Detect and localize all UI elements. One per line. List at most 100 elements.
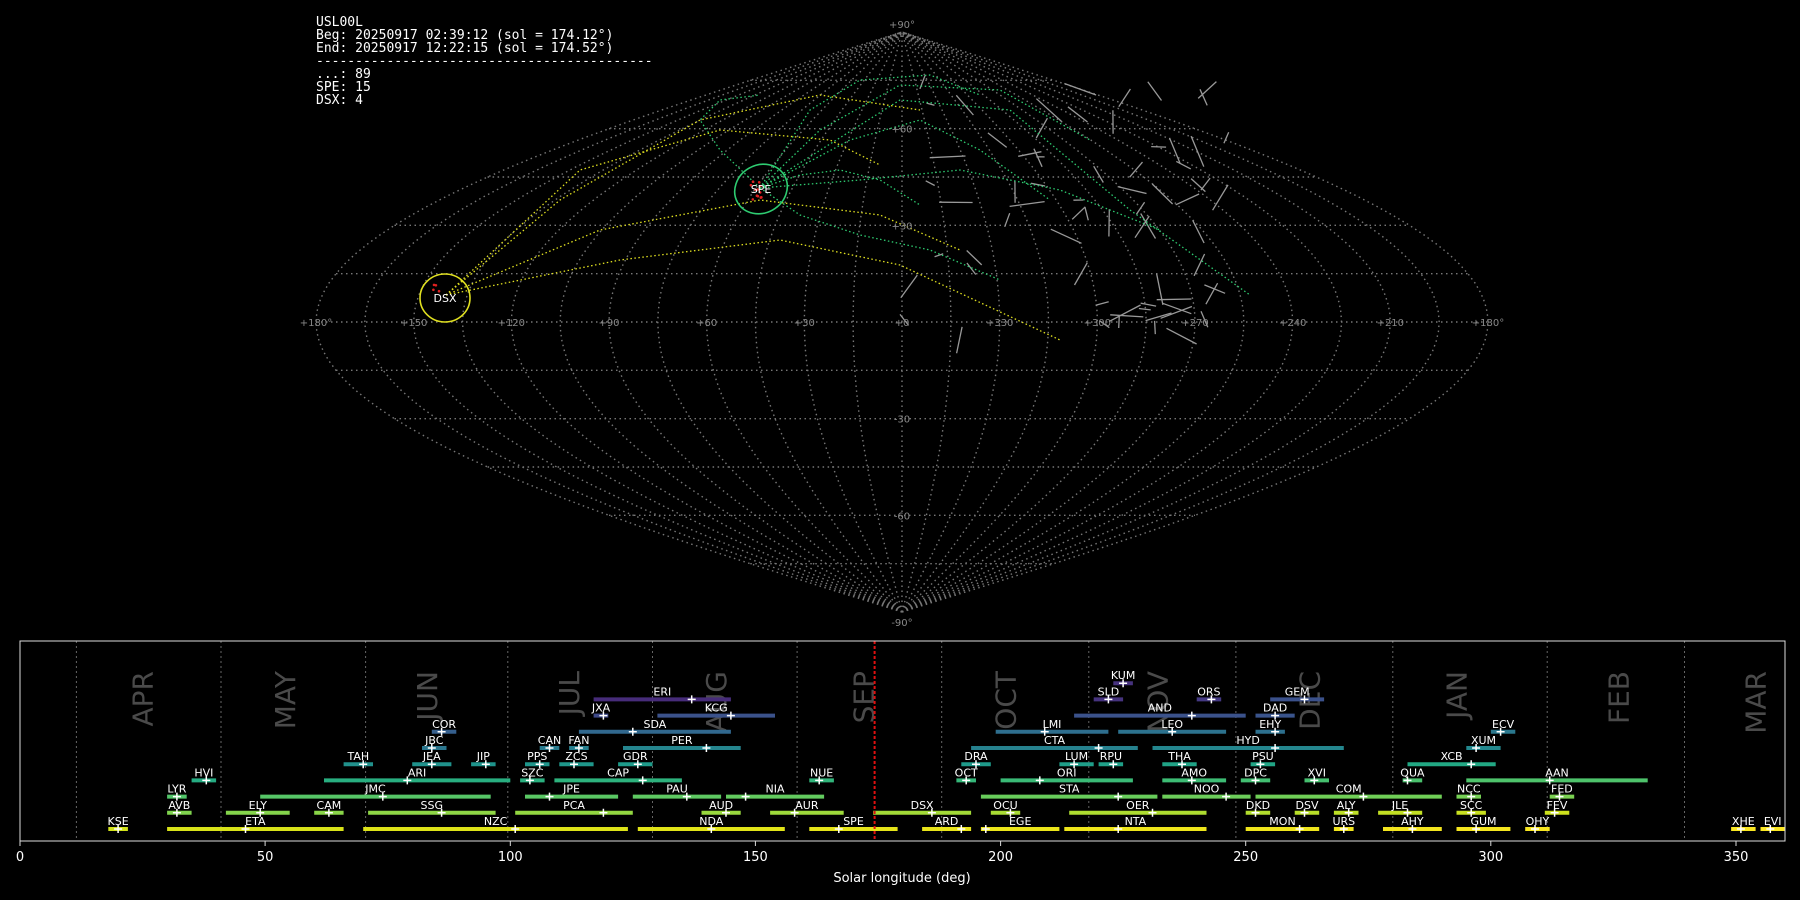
sporadic-track — [1140, 302, 1157, 307]
shower-label: TAH — [346, 750, 369, 763]
shower-peak-marker — [599, 808, 608, 817]
x-axis-label: Solar longitude (deg) — [833, 871, 970, 886]
shower-label: SDA — [644, 718, 667, 731]
shower-label: JLE — [1391, 799, 1408, 812]
x-tick-label: 50 — [257, 850, 274, 865]
shower-label: FED — [1551, 783, 1573, 796]
shower-label: JPE — [562, 783, 580, 796]
lon-label: +90 — [598, 318, 619, 329]
sporadic-track — [1118, 88, 1131, 108]
sporadic-track — [919, 75, 926, 90]
lon-label: +270 — [1181, 318, 1208, 329]
month-label: JUL — [553, 671, 586, 718]
shower-label: ORI — [1057, 766, 1077, 779]
shower-label: AVB — [168, 799, 190, 812]
shower-label: DPC — [1244, 766, 1267, 779]
lat-label: -30 — [894, 415, 910, 426]
sporadic-track — [1018, 151, 1042, 157]
month-label: APR — [127, 671, 160, 727]
lon-label: +60 — [696, 318, 717, 329]
shower-label: LMI — [1043, 718, 1062, 731]
shower-label: AMO — [1181, 766, 1207, 779]
shower-peak-marker — [1035, 776, 1044, 785]
sporadic-track — [926, 102, 935, 106]
shower-label: NUE — [810, 766, 833, 779]
shower-label: PCA — [563, 799, 585, 812]
shower-label: LUM — [1065, 750, 1088, 763]
lon-label: +30 — [794, 318, 815, 329]
shower-label: SPE — [843, 815, 864, 828]
sporadic-track — [966, 262, 977, 275]
shower-label: ERI — [653, 685, 671, 698]
x-tick-label: 300 — [1478, 850, 1503, 865]
shower-peak-marker — [834, 825, 843, 833]
shower-label: RPU — [1100, 750, 1122, 763]
shower-label: ORS — [1197, 685, 1220, 698]
sporadic-track — [1084, 207, 1089, 221]
shower-label: PSU — [1252, 750, 1274, 763]
month-label: JAN — [1441, 671, 1474, 721]
lat-label: -60 — [894, 511, 910, 522]
sky-map: SPE DSX +180° +150 +120 +90 +60 +30 +0 +330 +300 +… — [300, 20, 1504, 629]
x-tick-label: 0 — [16, 850, 24, 865]
lon-label: +240 — [1279, 318, 1306, 329]
shower-label: NDA — [699, 815, 724, 828]
lon-label: +150 — [400, 318, 427, 329]
shower-peak-marker — [1222, 792, 1231, 801]
shower-label: EHY — [1259, 718, 1281, 731]
sporadic-track — [987, 132, 1008, 148]
x-tick-label: 150 — [743, 850, 768, 865]
spe-radiant-point — [751, 198, 755, 201]
shower-timeline-chart: APR MAY JUN JUL AUG SEP OCT NOV DEC JAN FEB MAR KUM… — [16, 640, 1786, 886]
shower-label: CAP — [607, 766, 629, 779]
shower-label: MON — [1269, 815, 1295, 828]
x-tick-label: 100 — [498, 850, 523, 865]
shower-label: AAN — [1545, 766, 1569, 779]
sporadic-track — [1095, 301, 1109, 306]
shower-label: XVI — [1308, 766, 1326, 779]
shower-label: JEA — [422, 750, 441, 763]
sporadic-track — [1093, 165, 1104, 183]
shower-label: KCG — [705, 702, 728, 715]
x-tick-label: 350 — [1724, 850, 1749, 865]
sporadic-track — [1147, 81, 1163, 101]
shower-label: FEV — [1547, 799, 1568, 812]
shower-label: OCU — [993, 799, 1017, 812]
x-tick-label: 200 — [988, 850, 1013, 865]
month-label: MAR — [1740, 671, 1773, 734]
shower-label: DSX — [911, 799, 934, 812]
spe-radiant-label: SPE — [751, 183, 772, 196]
shower-label: CTA — [1044, 734, 1066, 747]
meridian-line — [657, 31, 903, 613]
shower-bars: KUM ERI SLD ORS GEM JXA KCG AND DAD COR SDA LMI LEO E… — [108, 641, 1785, 841]
shower-peak-marker — [957, 825, 966, 833]
shower-peak-marker — [981, 825, 990, 833]
shower-label: SSG — [421, 799, 444, 812]
month-label: OCT — [990, 670, 1023, 730]
sporadic-track — [1176, 160, 1192, 170]
shower-label: COR — [432, 718, 456, 731]
shower-label: EGE — [1009, 815, 1031, 828]
shower-label: LEO — [1161, 718, 1183, 731]
lon-label: +330 — [986, 318, 1013, 329]
sporadic-track — [1153, 320, 1156, 335]
shower-label: NTA — [1125, 815, 1147, 828]
shower-label: JBC — [424, 734, 444, 747]
dsx-meteor-track — [445, 129, 881, 296]
meteor-tracks — [445, 74, 1251, 354]
shower-label: PPS — [527, 750, 547, 763]
spe-meteor-track — [699, 94, 761, 189]
shower-label: XCB — [1441, 750, 1463, 763]
shower-label: ARD — [935, 815, 959, 828]
lon-label: +120 — [498, 318, 525, 329]
x-axis: 0 50 100 150 200 250 300 350 — [16, 841, 1749, 865]
shower-peak-marker — [511, 825, 520, 833]
shower-label: DKD — [1246, 799, 1270, 812]
sporadic-track — [966, 250, 983, 266]
lon-label: +300 — [1084, 318, 1111, 329]
shower-peak-marker — [687, 695, 696, 704]
shower-label: NZC — [484, 815, 508, 828]
x-tick-label: 250 — [1233, 850, 1258, 865]
lat-label: +30 — [891, 221, 912, 232]
sporadic-track — [925, 180, 936, 187]
